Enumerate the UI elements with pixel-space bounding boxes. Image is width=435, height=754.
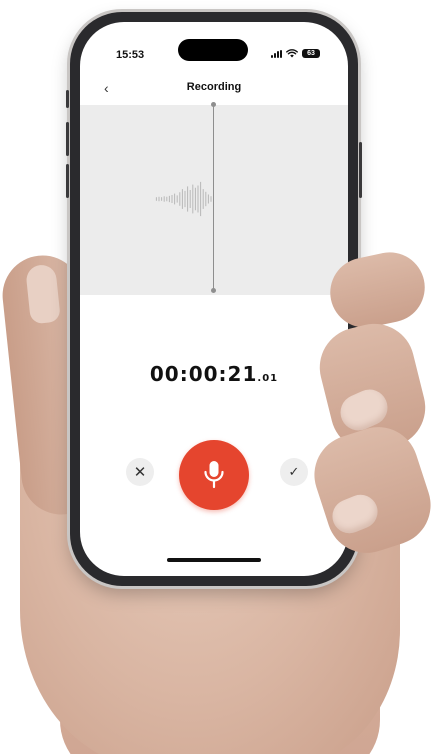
signal-icon <box>271 49 282 58</box>
timer-fraction: .01 <box>257 373 279 384</box>
recording-controls: ✕ ✓ <box>80 440 348 510</box>
playhead-line[interactable] <box>213 105 214 291</box>
header: ‹ Recording <box>80 76 348 100</box>
dynamic-island <box>178 39 248 61</box>
microphone-icon <box>204 461 224 489</box>
playhead-bottom-handle[interactable] <box>211 288 216 293</box>
playhead-top-handle[interactable] <box>211 102 216 107</box>
timer-main: 00:00:21 <box>149 362 258 386</box>
status-bar: 15:53 63 <box>80 22 348 72</box>
action-button <box>66 90 69 108</box>
screen: 15:53 63 ‹ Recording 00:00:21.01 ✕ ✓ <box>80 22 348 576</box>
waveform-panel <box>80 102 348 295</box>
phone-frame: 15:53 63 ‹ Recording 00:00:21.01 ✕ ✓ <box>66 12 362 586</box>
wifi-icon <box>286 49 298 58</box>
volume-up-button <box>66 122 69 156</box>
recording-timer: 00:00:21.01 <box>80 362 348 386</box>
cancel-button[interactable]: ✕ <box>126 458 154 486</box>
status-icons: 63 <box>271 49 320 58</box>
record-button[interactable] <box>179 440 249 510</box>
volume-down-button <box>66 164 69 198</box>
waveform <box>155 181 212 217</box>
close-icon: ✕ <box>133 464 147 481</box>
home-indicator[interactable] <box>167 558 261 562</box>
confirm-button[interactable]: ✓ <box>280 458 308 486</box>
battery-icon: 63 <box>302 49 320 58</box>
page-title: Recording <box>186 81 242 93</box>
power-button <box>359 142 362 198</box>
stage: 15:53 63 ‹ Recording 00:00:21.01 ✕ ✓ <box>0 0 435 754</box>
status-time: 15:53 <box>116 49 145 61</box>
check-icon: ✓ <box>288 464 300 479</box>
